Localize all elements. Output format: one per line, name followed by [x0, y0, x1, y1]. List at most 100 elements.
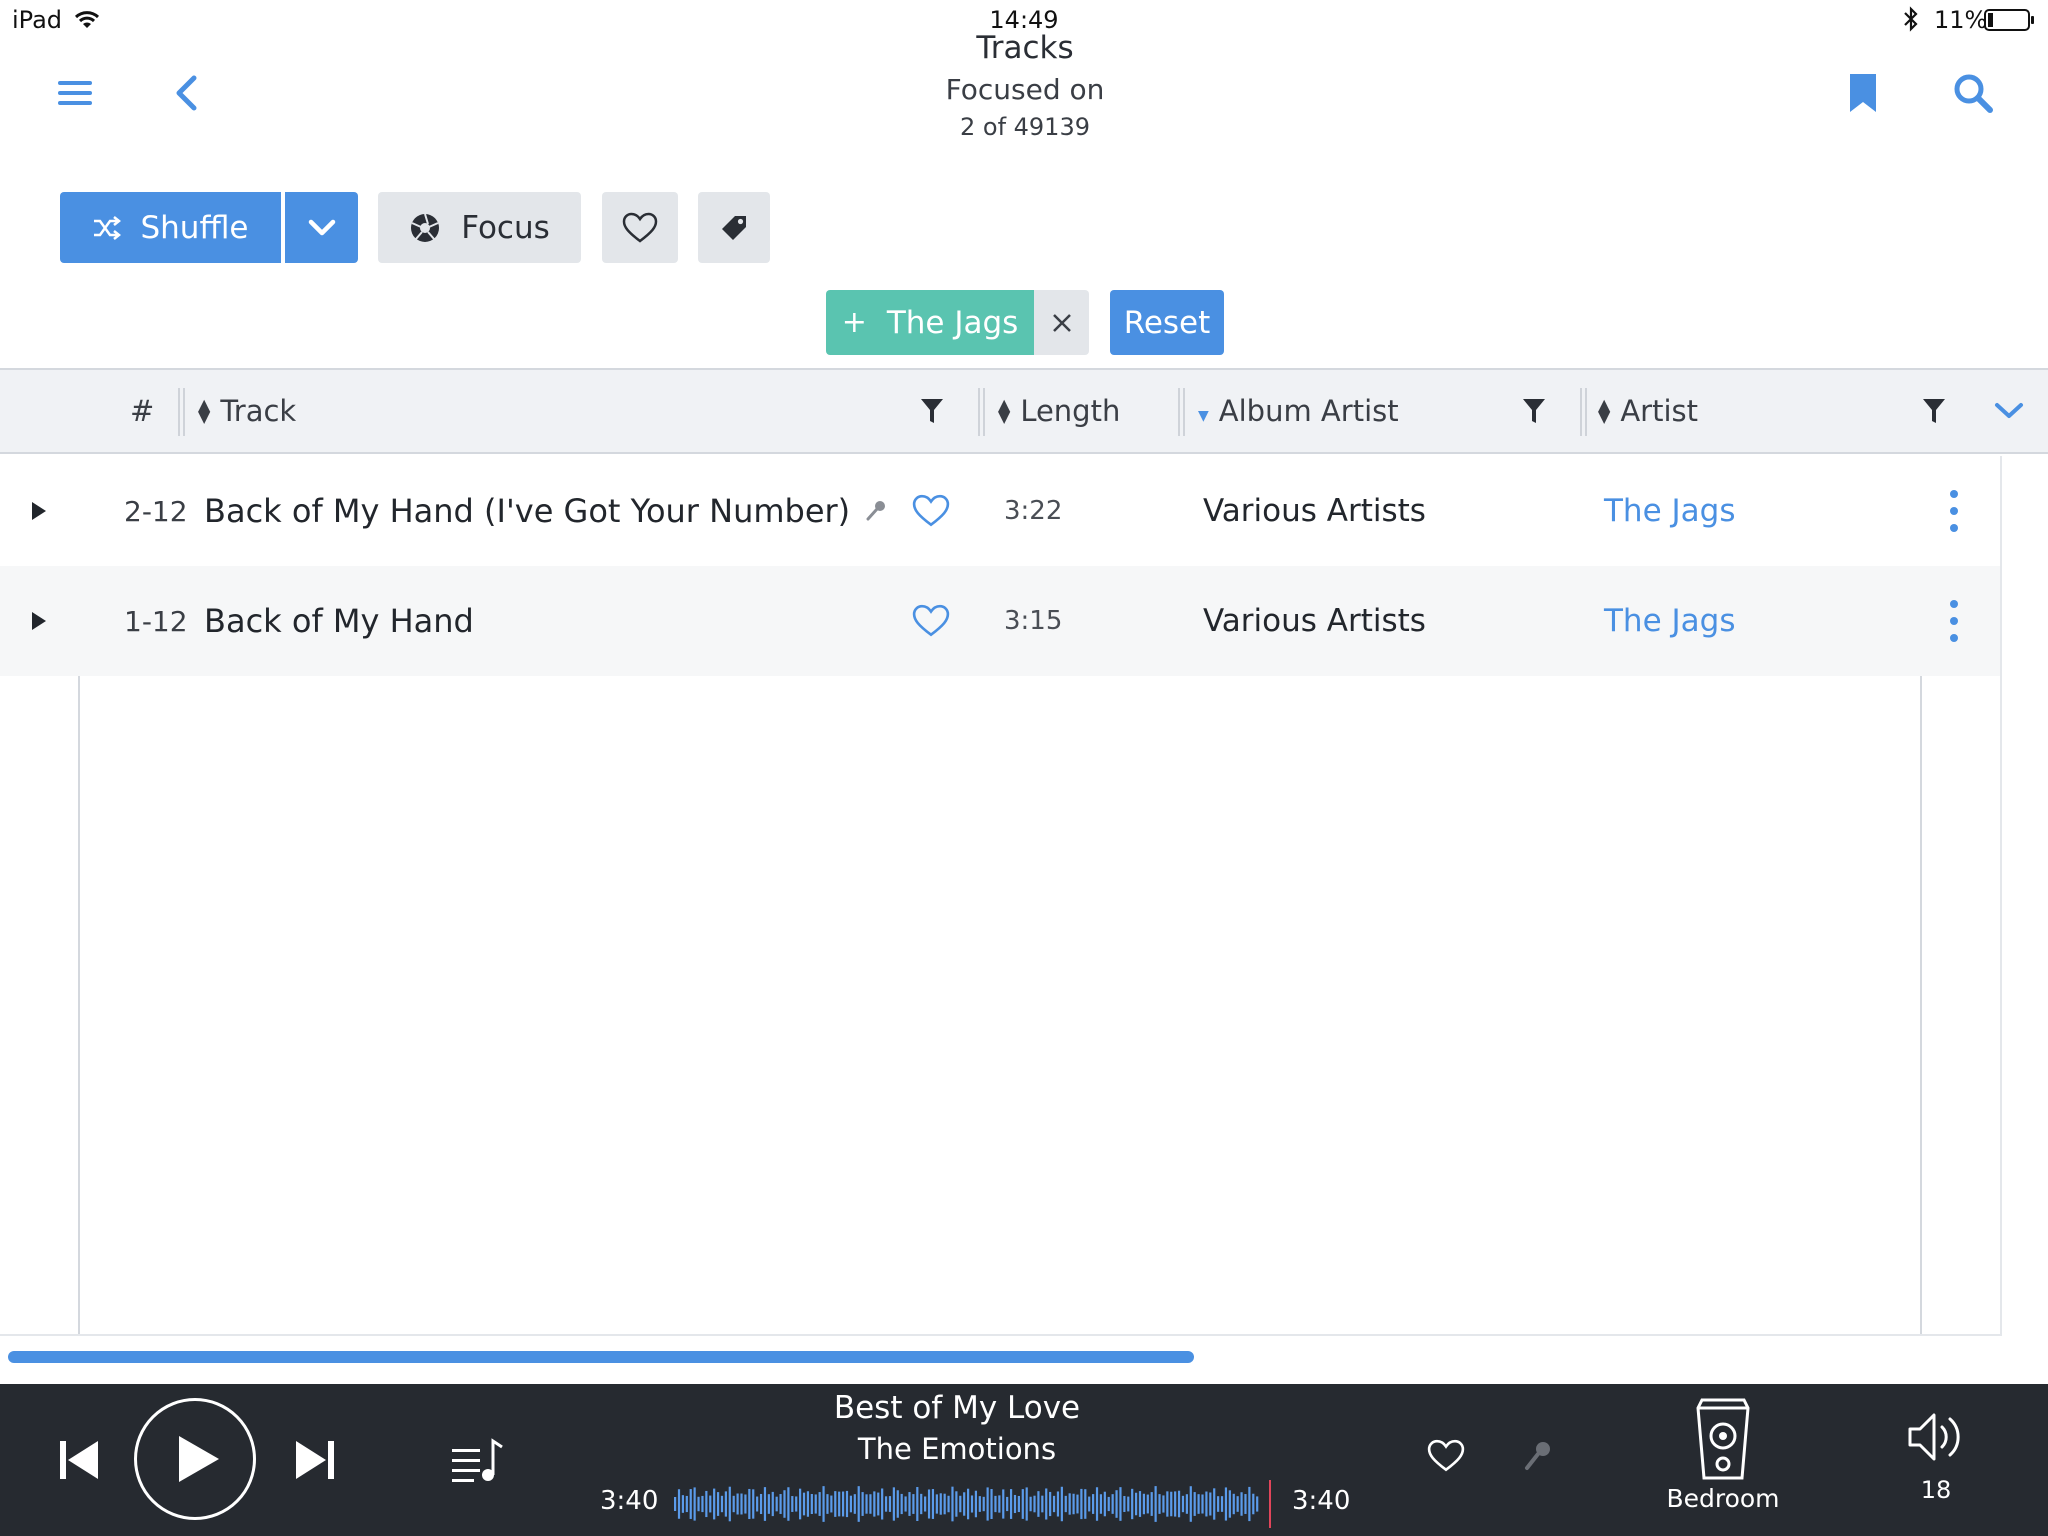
column-header-artist[interactable]: ▲ ▼ Artist	[1598, 370, 1698, 452]
waveform-bar	[888, 1496, 892, 1512]
waveform-bar	[1150, 1492, 1153, 1516]
waveform-bar	[1220, 1496, 1224, 1512]
play-button[interactable]	[134, 1398, 256, 1520]
reset-button[interactable]: Reset	[1110, 290, 1224, 355]
waveform-bar	[1127, 1496, 1130, 1512]
waveform-bar	[1174, 1491, 1177, 1517]
filter-icon[interactable]	[1922, 370, 1946, 452]
favorite-current-icon[interactable]	[1424, 1434, 1468, 1478]
waveform-bar	[1056, 1491, 1060, 1517]
waveform-bar	[799, 1488, 802, 1520]
track-title[interactable]: Back of My Hand (I've Got Your Number)	[204, 456, 886, 566]
column-header-track-label: Track	[220, 394, 297, 428]
waveform-bar	[1103, 1491, 1106, 1517]
column-header-number[interactable]: #	[130, 370, 154, 452]
album-artist[interactable]: Various Artists	[1203, 456, 1426, 566]
page-title: Tracks	[976, 30, 1074, 66]
filter-icon[interactable]	[1522, 370, 1546, 452]
waveform-bar	[884, 1496, 888, 1512]
shuffle-options-button[interactable]	[285, 192, 358, 263]
waveform-bar	[1162, 1495, 1165, 1513]
playhead-marker[interactable]	[1269, 1480, 1271, 1528]
wifi-icon	[72, 8, 102, 34]
filter-icon[interactable]	[920, 370, 944, 452]
bookmark-icon[interactable]	[1848, 70, 1878, 116]
waveform-bar	[1088, 1496, 1091, 1512]
page-subtitle: Focused on	[945, 73, 1105, 106]
table-row[interactable]: 2-12 Back of My Hand (I've Got Your Numb…	[0, 456, 2000, 566]
column-resize-handle[interactable]	[178, 388, 185, 436]
back-icon[interactable]	[164, 68, 208, 118]
waveform-bar	[1197, 1494, 1200, 1514]
album-artist[interactable]: Various Artists	[1203, 566, 1426, 676]
shuffle-button[interactable]: Shuffle	[60, 192, 281, 263]
favorite-filter-button[interactable]	[602, 192, 678, 263]
waveform-bar	[767, 1494, 770, 1514]
scrollbar-thumb[interactable]	[8, 1351, 1194, 1363]
track-title[interactable]: Back of My Hand	[204, 566, 474, 676]
column-chooser-chevron-icon[interactable]	[1994, 370, 2024, 452]
play-row-icon[interactable]	[30, 566, 48, 676]
waveform-bar	[951, 1486, 954, 1522]
column-resize-handle[interactable]	[978, 388, 985, 436]
play-row-icon[interactable]	[30, 456, 48, 566]
favorite-heart-icon[interactable]	[912, 566, 950, 676]
waveform-bar	[1076, 1494, 1079, 1514]
column-resize-handle[interactable]	[1580, 388, 1587, 436]
waveform-bar	[1134, 1492, 1138, 1516]
waveform-bar	[830, 1495, 833, 1513]
waveform-bar	[998, 1495, 1001, 1513]
waveform-bar	[802, 1492, 806, 1516]
waveform-bar	[978, 1496, 981, 1512]
volume-icon[interactable]	[1904, 1408, 1968, 1466]
waveform-bar	[1209, 1492, 1212, 1516]
waveform-bar	[1177, 1490, 1181, 1518]
waveform-bar	[838, 1491, 841, 1517]
waveform-bar	[736, 1493, 739, 1515]
reset-label: Reset	[1123, 304, 1211, 341]
next-track-icon[interactable]	[290, 1436, 340, 1484]
lyrics-microphone-icon[interactable]	[1522, 1436, 1554, 1476]
artist-link[interactable]: The Jags	[1604, 566, 1735, 676]
waveform-bar	[1092, 1494, 1095, 1514]
waveform-bar	[1224, 1487, 1228, 1521]
aperture-icon	[409, 212, 441, 244]
tag-button[interactable]	[698, 192, 770, 263]
waveform-bar	[716, 1492, 720, 1516]
waveform-bar	[709, 1495, 712, 1513]
menu-icon[interactable]	[52, 70, 98, 116]
queue-icon[interactable]	[450, 1434, 506, 1486]
waveform-bar	[701, 1495, 704, 1513]
waveform-bar	[705, 1490, 708, 1518]
more-options-icon[interactable]	[1948, 456, 1960, 566]
filter-chip-artist[interactable]: + The Jags	[826, 290, 1034, 355]
waveform-bar	[806, 1491, 810, 1517]
waveform-bar	[963, 1492, 966, 1516]
track-number: 1-12	[124, 604, 188, 638]
now-playing-title: Best of My Love	[833, 1390, 1081, 1426]
column-header-album-artist[interactable]: ▼ Album Artist	[1198, 370, 1399, 452]
waveform-bar	[908, 1492, 911, 1516]
waveform-bar	[896, 1490, 899, 1518]
waveform-bar	[834, 1491, 837, 1517]
artist-link[interactable]: The Jags	[1604, 456, 1735, 566]
waveform-bar	[1240, 1492, 1243, 1516]
focus-button[interactable]: Focus	[378, 192, 581, 263]
waveform-bar	[927, 1489, 931, 1519]
horizontal-scrollbar[interactable]	[8, 1351, 1568, 1363]
waveform-bar	[1181, 1495, 1185, 1513]
column-header-length[interactable]: ▲ ▼ Length	[998, 370, 1120, 452]
waveform-seek-bar[interactable]	[672, 1480, 1272, 1528]
more-options-icon[interactable]	[1948, 566, 1960, 676]
previous-track-icon[interactable]	[54, 1436, 104, 1484]
speaker-zone-icon[interactable]	[1694, 1398, 1752, 1480]
remove-filter-button[interactable]	[1034, 290, 1089, 355]
column-resize-handle[interactable]	[1178, 388, 1185, 436]
search-icon[interactable]	[1950, 70, 1996, 116]
table-row[interactable]: 1-12 Back of My Hand 3:15 Various Artist…	[0, 566, 2000, 676]
favorite-heart-icon[interactable]	[912, 456, 950, 566]
sort-icon: ▲ ▼	[198, 395, 211, 426]
column-header-track[interactable]: ▲ ▼ Track	[198, 370, 296, 452]
microphone-icon	[866, 500, 886, 522]
waveform-bar	[1142, 1493, 1145, 1515]
